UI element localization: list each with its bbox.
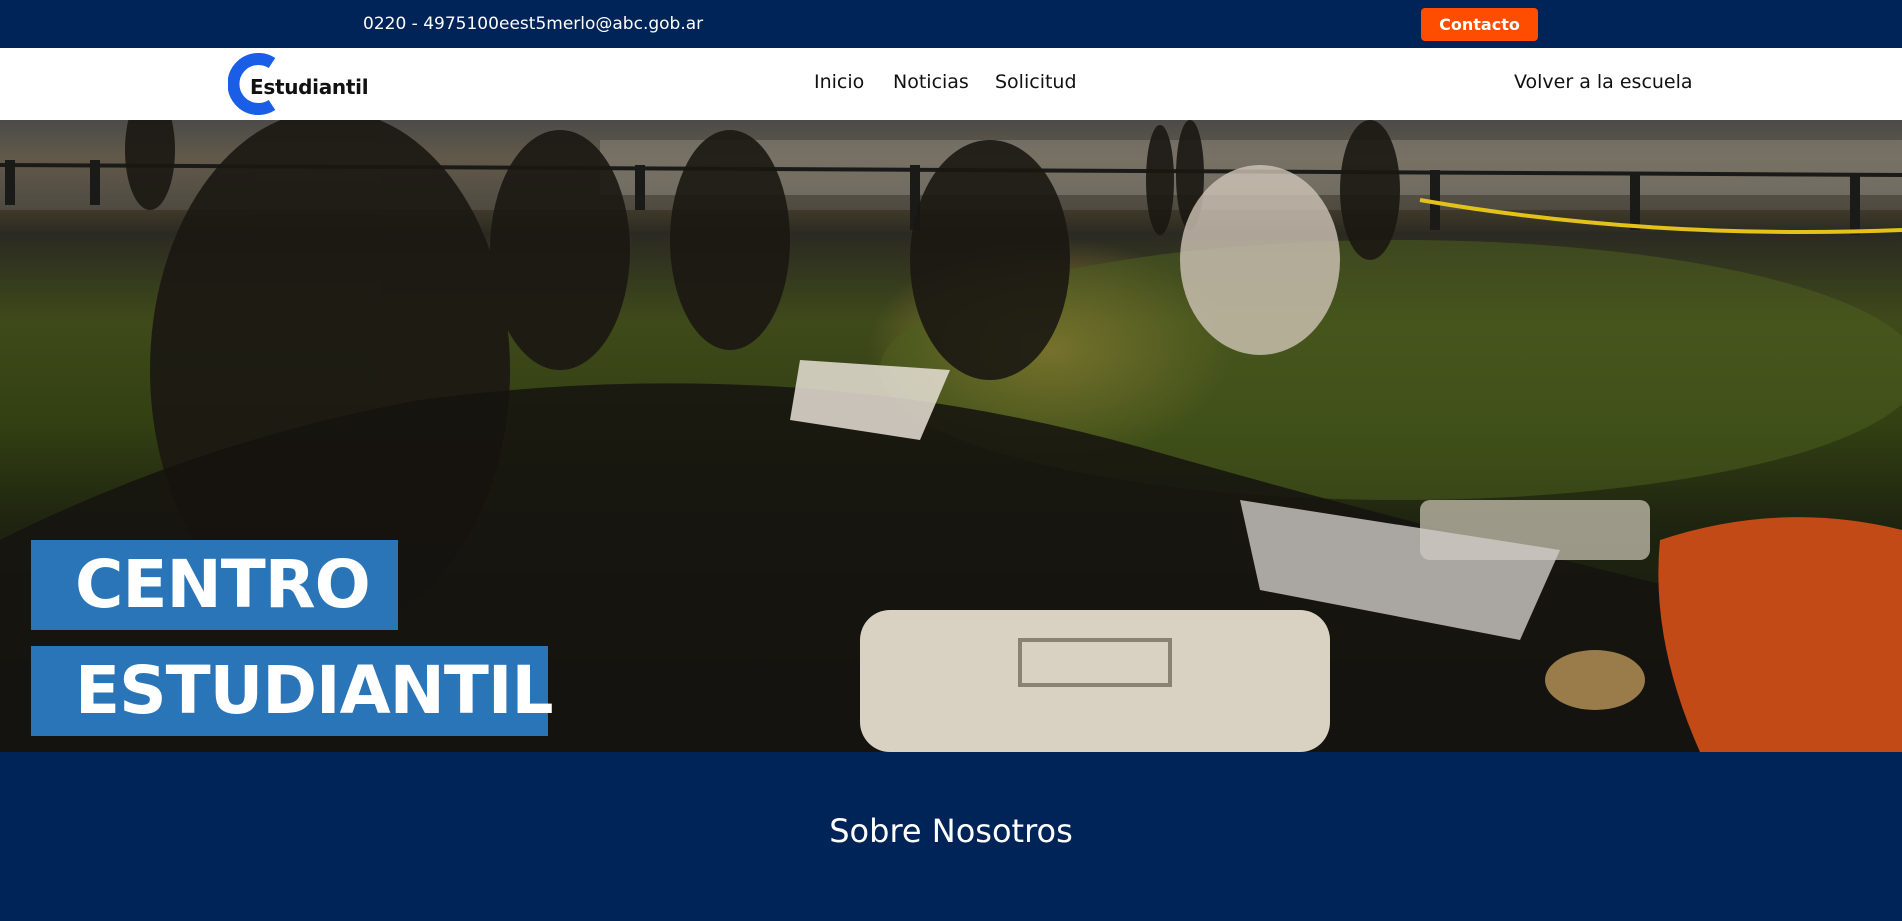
- phone-number[interactable]: 0220 - 4975100: [363, 14, 499, 34]
- nav-item-noticias[interactable]: Noticias: [893, 71, 969, 93]
- contact-button[interactable]: Contacto: [1421, 8, 1538, 41]
- main-navbar: Estudiantil Inicio Noticias Solicitud Vo…: [0, 48, 1902, 120]
- about-section: Sobre Nosotros: [0, 752, 1902, 921]
- email-address[interactable]: eest5merlo@abc.gob.ar: [499, 14, 703, 34]
- logo-text: Estudiantil: [250, 75, 369, 99]
- hero-title-line1: CENTRO: [31, 540, 398, 630]
- nav-item-inicio[interactable]: Inicio: [814, 71, 864, 93]
- about-title: Sobre Nosotros: [829, 812, 1073, 850]
- hero-title-line2: ESTUDIANTIL: [31, 646, 554, 736]
- nav-item-solicitud[interactable]: Solicitud: [995, 71, 1077, 93]
- back-to-school-link[interactable]: Volver a la escuela: [1514, 71, 1693, 93]
- site-logo[interactable]: Estudiantil: [228, 53, 369, 115]
- top-contact-bar: 0220 - 4975100 eest5merlo@abc.gob.ar Con…: [0, 0, 1902, 48]
- hero-banner: CENTRO ESTUDIANTIL: [0, 120, 1902, 752]
